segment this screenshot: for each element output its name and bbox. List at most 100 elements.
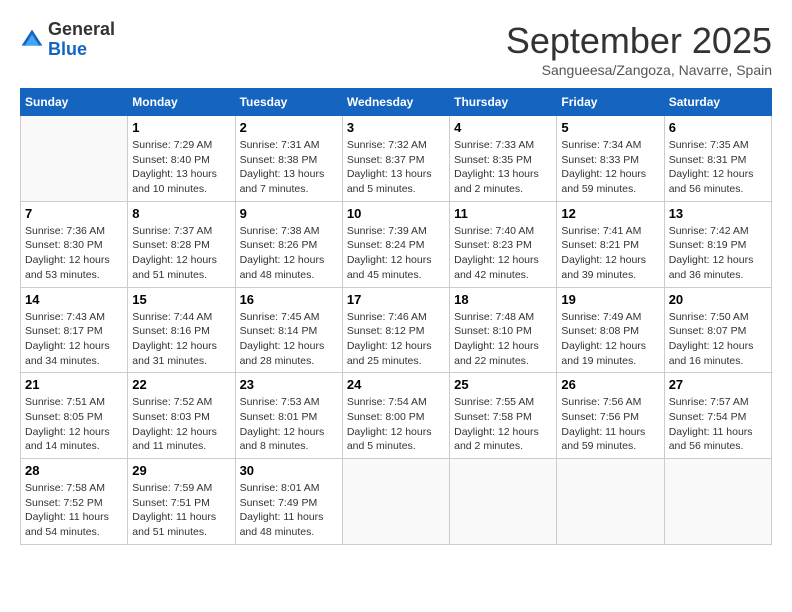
page-header: General Blue September 2025 Sangueesa/Za… <box>20 20 772 78</box>
col-header-friday: Friday <box>557 89 664 116</box>
calendar-table: SundayMondayTuesdayWednesdayThursdayFrid… <box>20 88 772 545</box>
day-number: 1 <box>132 120 230 135</box>
calendar-week-row: 1 Sunrise: 7:29 AMSunset: 8:40 PMDaylight… <box>21 116 772 202</box>
day-detail: Sunrise: 7:35 AMSunset: 8:31 PMDaylight:… <box>669 138 767 197</box>
calendar-cell <box>21 116 128 202</box>
day-number: 13 <box>669 206 767 221</box>
day-number: 20 <box>669 292 767 307</box>
title-block: September 2025 Sangueesa/Zangoza, Navarr… <box>506 20 772 78</box>
logo-general: General <box>48 20 115 40</box>
day-detail: Sunrise: 7:45 AMSunset: 8:14 PMDaylight:… <box>240 310 338 369</box>
day-number: 23 <box>240 377 338 392</box>
month-title: September 2025 <box>506 20 772 62</box>
day-detail: Sunrise: 7:29 AMSunset: 8:40 PMDaylight:… <box>132 138 230 197</box>
calendar-cell: 1 Sunrise: 7:29 AMSunset: 8:40 PMDaylight… <box>128 116 235 202</box>
calendar-cell: 10Sunrise: 7:39 AMSunset: 8:24 PMDayligh… <box>342 201 449 287</box>
calendar-cell: 7Sunrise: 7:36 AMSunset: 8:30 PMDaylight… <box>21 201 128 287</box>
day-number: 7 <box>25 206 123 221</box>
day-number: 3 <box>347 120 445 135</box>
col-header-tuesday: Tuesday <box>235 89 342 116</box>
day-detail: Sunrise: 7:39 AMSunset: 8:24 PMDaylight:… <box>347 224 445 283</box>
calendar-cell <box>450 459 557 545</box>
day-detail: Sunrise: 7:46 AMSunset: 8:12 PMDaylight:… <box>347 310 445 369</box>
logo-icon <box>20 28 44 52</box>
day-number: 4 <box>454 120 552 135</box>
day-detail: Sunrise: 8:01 AMSunset: 7:49 PMDaylight:… <box>240 481 338 540</box>
calendar-cell: 14 Sunrise: 7:43 AMSunset: 8:17 PMDayligh… <box>21 287 128 373</box>
calendar-cell: 23 Sunrise: 7:53 AMSunset: 8:01 PMDayligh… <box>235 373 342 459</box>
day-number: 14 <box>25 292 123 307</box>
day-number: 26 <box>561 377 659 392</box>
calendar-cell <box>557 459 664 545</box>
day-number: 25 <box>454 377 552 392</box>
col-header-monday: Monday <box>128 89 235 116</box>
calendar-week-row: 21Sunrise: 7:51 AMSunset: 8:05 PMDayligh… <box>21 373 772 459</box>
calendar-cell: 19 Sunrise: 7:49 AMSunset: 8:08 PMDayligh… <box>557 287 664 373</box>
day-detail: Sunrise: 7:56 AMSunset: 7:56 PMDaylight:… <box>561 395 659 454</box>
day-detail: Sunrise: 7:52 AMSunset: 8:03 PMDaylight:… <box>132 395 230 454</box>
day-detail: Sunrise: 7:54 AMSunset: 8:00 PMDaylight:… <box>347 395 445 454</box>
calendar-cell: 21Sunrise: 7:51 AMSunset: 8:05 PMDayligh… <box>21 373 128 459</box>
logo-text: General Blue <box>48 20 115 60</box>
day-detail: Sunrise: 7:49 AMSunset: 8:08 PMDaylight:… <box>561 310 659 369</box>
calendar-cell: 12 Sunrise: 7:41 AMSunset: 8:21 PMDayligh… <box>557 201 664 287</box>
day-number: 5 <box>561 120 659 135</box>
day-number: 24 <box>347 377 445 392</box>
day-number: 21 <box>25 377 123 392</box>
day-detail: Sunrise: 7:58 AMSunset: 7:52 PMDaylight:… <box>25 481 123 540</box>
col-header-wednesday: Wednesday <box>342 89 449 116</box>
logo-blue: Blue <box>48 40 115 60</box>
calendar-cell: 18Sunrise: 7:48 AMSunset: 8:10 PMDayligh… <box>450 287 557 373</box>
day-detail: Sunrise: 7:42 AMSunset: 8:19 PMDaylight:… <box>669 224 767 283</box>
day-number: 18 <box>454 292 552 307</box>
calendar-week-row: 14 Sunrise: 7:43 AMSunset: 8:17 PMDayligh… <box>21 287 772 373</box>
calendar-cell: 30Sunrise: 8:01 AMSunset: 7:49 PMDayligh… <box>235 459 342 545</box>
day-detail: Sunrise: 7:33 AMSunset: 8:35 PMDaylight:… <box>454 138 552 197</box>
calendar-cell: 6 Sunrise: 7:35 AMSunset: 8:31 PMDaylight… <box>664 116 771 202</box>
calendar-cell: 2 Sunrise: 7:31 AMSunset: 8:38 PMDaylight… <box>235 116 342 202</box>
day-number: 12 <box>561 206 659 221</box>
col-header-saturday: Saturday <box>664 89 771 116</box>
calendar-cell <box>342 459 449 545</box>
day-number: 17 <box>347 292 445 307</box>
calendar-header-row: SundayMondayTuesdayWednesdayThursdayFrid… <box>21 89 772 116</box>
day-number: 8 <box>132 206 230 221</box>
calendar-cell: 26 Sunrise: 7:56 AMSunset: 7:56 PMDayligh… <box>557 373 664 459</box>
day-number: 27 <box>669 377 767 392</box>
day-detail: Sunrise: 7:43 AMSunset: 8:17 PMDaylight:… <box>25 310 123 369</box>
day-number: 2 <box>240 120 338 135</box>
calendar-cell: 17 Sunrise: 7:46 AMSunset: 8:12 PMDayligh… <box>342 287 449 373</box>
day-number: 16 <box>240 292 338 307</box>
calendar-cell: 8Sunrise: 7:37 AMSunset: 8:28 PMDaylight… <box>128 201 235 287</box>
col-header-thursday: Thursday <box>450 89 557 116</box>
day-number: 15 <box>132 292 230 307</box>
day-number: 28 <box>25 463 123 478</box>
day-detail: Sunrise: 7:40 AMSunset: 8:23 PMDaylight:… <box>454 224 552 283</box>
calendar-cell: 3 Sunrise: 7:32 AMSunset: 8:37 PMDaylight… <box>342 116 449 202</box>
day-detail: Sunrise: 7:53 AMSunset: 8:01 PMDaylight:… <box>240 395 338 454</box>
day-detail: Sunrise: 7:41 AMSunset: 8:21 PMDaylight:… <box>561 224 659 283</box>
day-number: 29 <box>132 463 230 478</box>
day-detail: Sunrise: 7:57 AMSunset: 7:54 PMDaylight:… <box>669 395 767 454</box>
calendar-cell: 9Sunrise: 7:38 AMSunset: 8:26 PMDaylight… <box>235 201 342 287</box>
calendar-week-row: 7Sunrise: 7:36 AMSunset: 8:30 PMDaylight… <box>21 201 772 287</box>
day-number: 6 <box>669 120 767 135</box>
calendar-cell: 24 Sunrise: 7:54 AMSunset: 8:00 PMDayligh… <box>342 373 449 459</box>
calendar-cell: 11 Sunrise: 7:40 AMSunset: 8:23 PMDayligh… <box>450 201 557 287</box>
day-number: 22 <box>132 377 230 392</box>
day-number: 11 <box>454 206 552 221</box>
day-detail: Sunrise: 7:32 AMSunset: 8:37 PMDaylight:… <box>347 138 445 197</box>
calendar-cell: 4 Sunrise: 7:33 AMSunset: 8:35 PMDaylight… <box>450 116 557 202</box>
day-detail: Sunrise: 7:55 AMSunset: 7:58 PMDaylight:… <box>454 395 552 454</box>
day-detail: Sunrise: 7:31 AMSunset: 8:38 PMDaylight:… <box>240 138 338 197</box>
calendar-cell: 27 Sunrise: 7:57 AMSunset: 7:54 PMDayligh… <box>664 373 771 459</box>
calendar-cell <box>664 459 771 545</box>
day-number: 19 <box>561 292 659 307</box>
day-detail: Sunrise: 7:50 AMSunset: 8:07 PMDaylight:… <box>669 310 767 369</box>
day-detail: Sunrise: 7:44 AMSunset: 8:16 PMDaylight:… <box>132 310 230 369</box>
logo: General Blue <box>20 20 115 60</box>
location-subtitle: Sangueesa/Zangoza, Navarre, Spain <box>506 62 772 78</box>
calendar-cell: 13 Sunrise: 7:42 AMSunset: 8:19 PMDayligh… <box>664 201 771 287</box>
day-detail: Sunrise: 7:34 AMSunset: 8:33 PMDaylight:… <box>561 138 659 197</box>
calendar-cell: 20 Sunrise: 7:50 AMSunset: 8:07 PMDayligh… <box>664 287 771 373</box>
